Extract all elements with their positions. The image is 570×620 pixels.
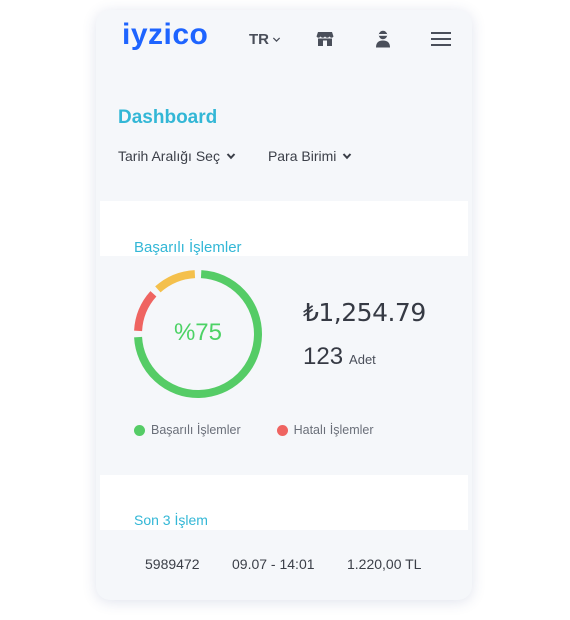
phone-frame: iyzico TR Dashboard Tarih Aralığı Seç Pa… <box>96 10 472 600</box>
transaction-count: 123 Adet <box>303 343 376 371</box>
chevron-down-icon <box>272 37 281 43</box>
donut-segment-pending <box>155 270 196 293</box>
legend-label: Başarılı İşlemler <box>151 423 241 437</box>
success-percentage: %75 <box>173 319 223 346</box>
recent-transactions-title: Son 3 İşlem <box>134 512 208 528</box>
language-selector[interactable]: TR <box>249 31 281 48</box>
chevron-down-icon <box>226 153 236 160</box>
top-header: iyzico TR <box>96 10 472 68</box>
transaction-date: 09.07 - 14:01 <box>232 556 315 572</box>
count-value: 123 <box>303 343 344 370</box>
filter-bar: Tarih Aralığı Seç Para Birimi <box>118 148 352 164</box>
user-icon[interactable] <box>372 28 394 50</box>
legend-item-error: Hatalı İşlemler <box>276 423 374 437</box>
total-amount: ₺1,254.79 <box>303 298 426 327</box>
legend-label: Hatalı İşlemler <box>293 423 374 437</box>
date-range-label: Tarih Aralığı Seç <box>118 148 220 164</box>
date-range-filter[interactable]: Tarih Aralığı Seç <box>118 148 236 164</box>
iyzico-logo[interactable]: iyzico <box>122 18 208 52</box>
hamburger-menu-icon[interactable] <box>430 28 452 50</box>
green-dot-icon <box>134 424 145 436</box>
currency-filter[interactable]: Para Birimi <box>268 148 352 164</box>
legend-item-success: Başarılı İşlemler <box>134 423 241 437</box>
page-title: Dashboard <box>118 107 218 128</box>
currency-label: Para Birimi <box>267 148 337 164</box>
language-label: TR <box>249 31 269 48</box>
chevron-down-icon <box>343 153 352 160</box>
transaction-amount: 1.220,00 TL <box>347 556 422 572</box>
transaction-id: 5989472 <box>145 556 200 572</box>
store-icon[interactable] <box>314 28 336 50</box>
chart-legend: Başarılı İşlemler Hatalı İşlemler <box>134 423 374 437</box>
summary-title: Başarılı İşlemler <box>134 239 242 256</box>
count-unit: Adet <box>349 352 376 367</box>
red-dot-icon <box>276 424 288 436</box>
